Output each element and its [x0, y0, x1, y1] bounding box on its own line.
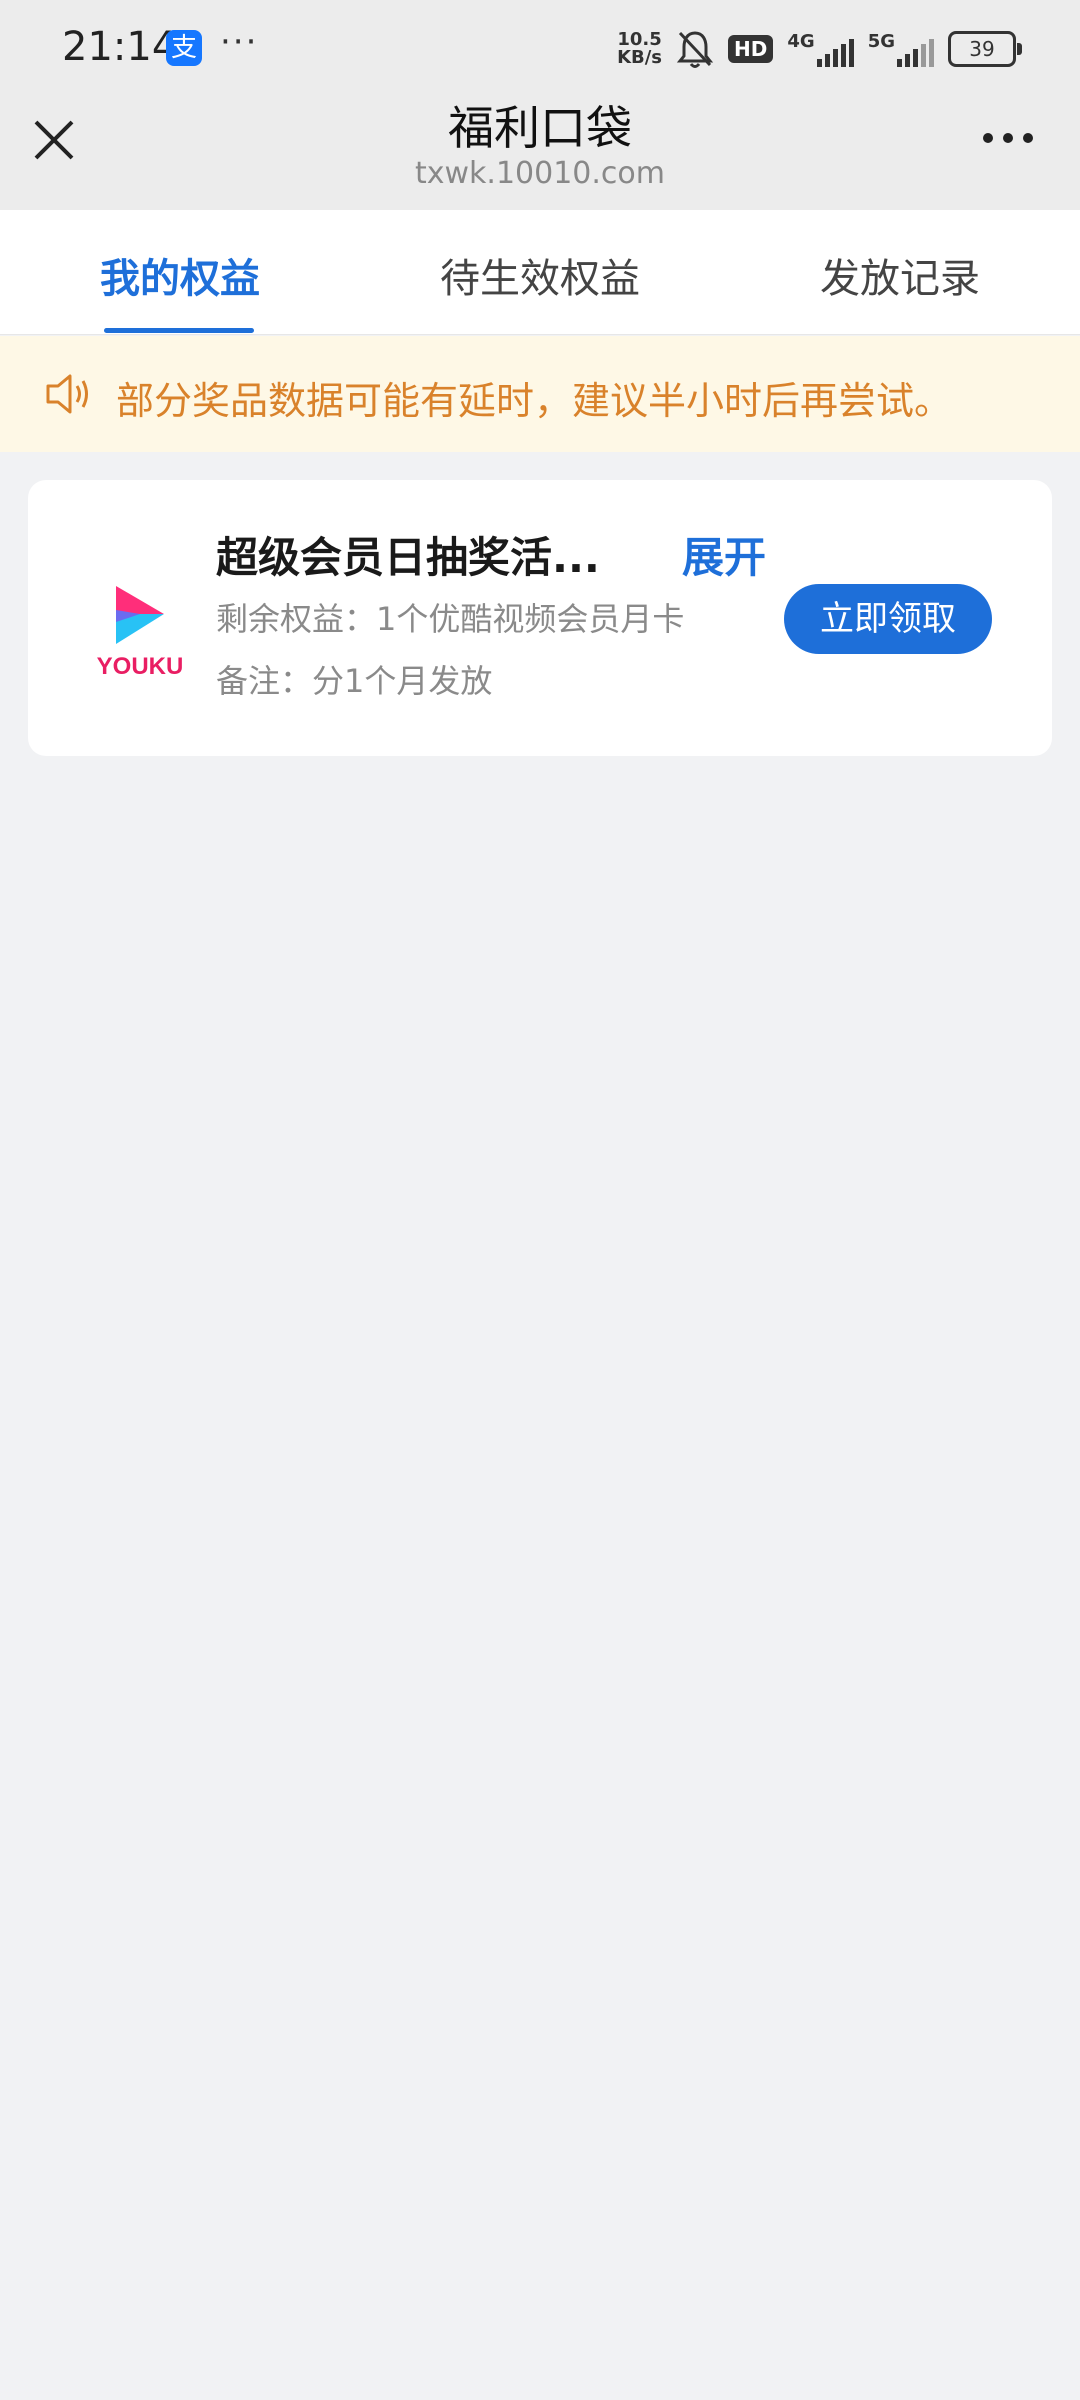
youku-logo: YOUKU	[97, 586, 184, 680]
signal-5g: 5G	[868, 31, 934, 67]
more-notifications-icon: ···	[220, 22, 259, 62]
active-tab-indicator	[104, 328, 254, 333]
tab-my-benefits[interactable]: 我的权益	[100, 246, 260, 304]
signal-4g-label: 4G	[787, 31, 815, 52]
benefit-card: YOUKU 超级会员日抽奖活... 展开 剩余权益：1个优酷视频会员月卡 备注：…	[28, 480, 1052, 756]
signal-4g: 4G	[787, 31, 854, 67]
status-time: 21:14	[62, 24, 178, 70]
tab-issue-records[interactable]: 发放记录	[820, 246, 980, 304]
expand-button[interactable]: 展开	[682, 524, 766, 585]
network-speed-unit: KB/s	[617, 47, 663, 68]
tab-bar: 我的权益 待生效权益 发放记录	[0, 210, 1080, 335]
tab-pending-benefits[interactable]: 待生效权益	[440, 246, 640, 304]
card-title: 超级会员日抽奖活...	[216, 533, 600, 582]
page-url: txwk.10010.com	[414, 156, 665, 191]
benefit-note: 备注：分1个月发放	[216, 662, 493, 700]
hd-voice-icon: HD	[728, 35, 774, 63]
alipay-icon: 支	[166, 30, 202, 66]
page-title: 福利口袋	[448, 101, 632, 155]
more-icon[interactable]	[976, 118, 1040, 158]
status-bar: 21:14 支 ··· 10.5 KB/s HD 4G 5G 39	[0, 0, 1080, 96]
signal-bars-icon	[816, 37, 854, 67]
network-speed: 10.5 KB/s	[617, 31, 662, 67]
speaker-icon	[46, 374, 88, 414]
claim-button[interactable]: 立即领取	[784, 584, 992, 654]
remaining-benefit: 剩余权益：1个优酷视频会员月卡	[216, 600, 685, 638]
youku-logo-text: YOUKU	[97, 653, 184, 680]
top-bar: 21:14 支 ··· 10.5 KB/s HD 4G 5G 39 福利口袋 t…	[0, 0, 1080, 210]
status-icons: 10.5 KB/s HD 4G 5G 39	[617, 28, 1022, 70]
notice-banner: 部分奖品数据可能有延时，建议半小时后再尝试。	[0, 336, 1080, 452]
battery-icon: 39	[948, 31, 1022, 67]
signal-bars-icon	[897, 37, 934, 67]
bell-muted-icon	[676, 31, 714, 68]
notice-text: 部分奖品数据可能有延时，建议半小时后再尝试。	[116, 379, 953, 423]
signal-5g-label: 5G	[867, 31, 895, 52]
